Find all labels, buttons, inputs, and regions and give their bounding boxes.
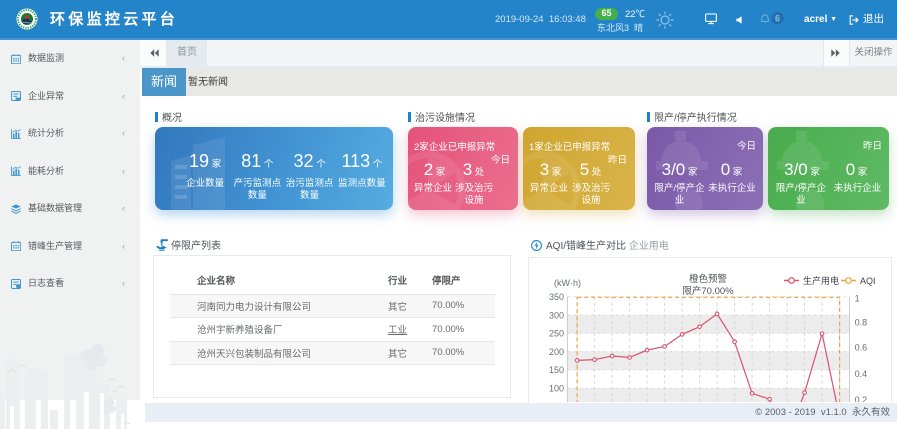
svg-text:200: 200 xyxy=(549,347,564,357)
svg-text:限产70.00%: 限产70.00% xyxy=(682,285,734,297)
svg-text:100: 100 xyxy=(549,384,564,394)
svg-text:0.6: 0.6 xyxy=(855,343,868,353)
svg-text:AQI: AQI xyxy=(860,276,876,286)
svg-text:6: 6 xyxy=(775,14,780,24)
svg-text:350: 350 xyxy=(549,292,564,302)
svg-text:1: 1 xyxy=(855,293,860,303)
svg-text:橙色预警: 橙色预警 xyxy=(689,273,728,285)
svg-text:(kW·h): (kW·h) xyxy=(554,278,581,288)
svg-text:0.2: 0.2 xyxy=(855,395,868,402)
svg-text:150: 150 xyxy=(549,365,564,375)
svg-text:250: 250 xyxy=(549,329,564,339)
svg-text:300: 300 xyxy=(549,310,564,320)
svg-text:生产用电: 生产用电 xyxy=(803,275,839,286)
svg-text:0.8: 0.8 xyxy=(855,318,868,328)
svg-text:0.4: 0.4 xyxy=(855,369,868,379)
